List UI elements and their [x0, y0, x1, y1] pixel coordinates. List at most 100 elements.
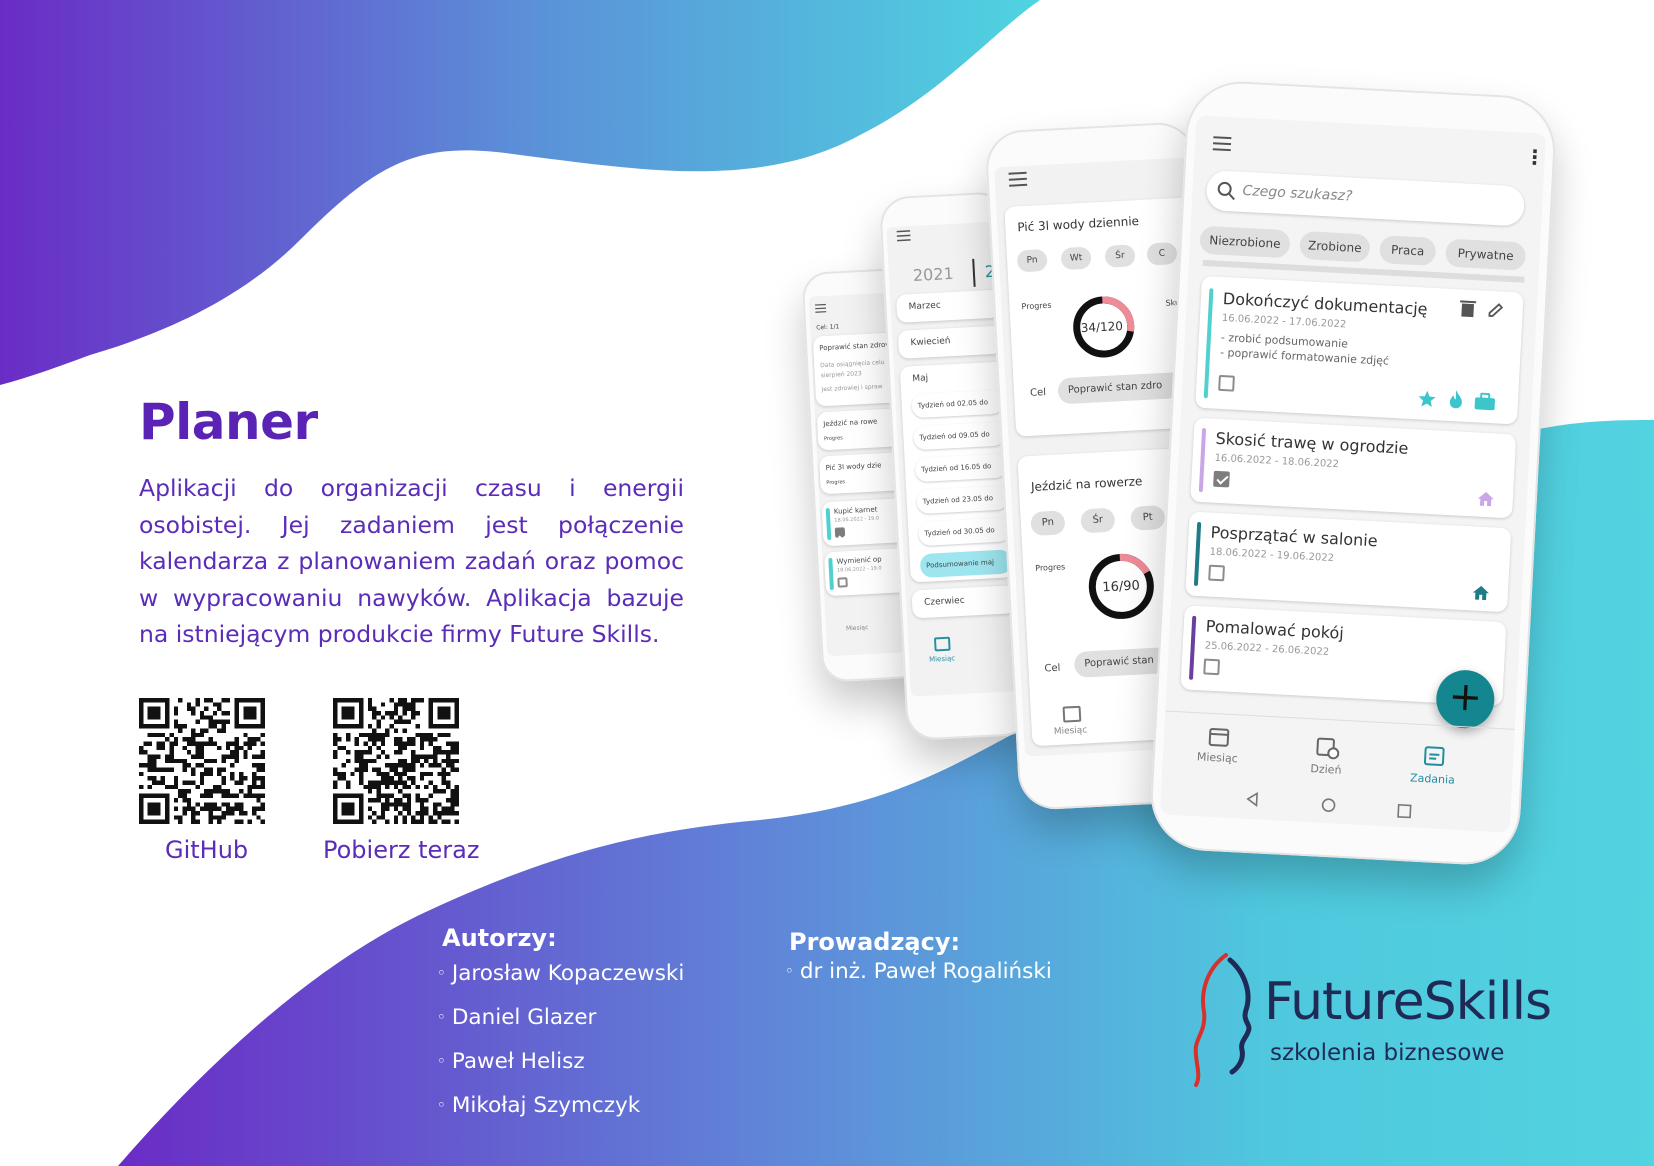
poster-title: Planer	[139, 393, 318, 451]
bullet-icon: ◦	[785, 962, 794, 980]
day-chip[interactable]: C	[1146, 242, 1178, 266]
authors-list: ◦ Jarosław Kopaczewski ◦ Daniel Glazer ◦ Pa…	[437, 960, 684, 1136]
calendar-month-icon[interactable]	[1207, 725, 1230, 748]
author-item: ◦ Paweł Helisz	[437, 1048, 684, 1092]
edit-icon[interactable]	[1486, 301, 1505, 320]
task-checkbox[interactable]	[1208, 564, 1225, 582]
month-item[interactable]: Kwiecień	[897, 325, 1004, 359]
calendar-icon[interactable]	[1062, 705, 1082, 723]
week-item[interactable]: Tydzień od 02.05 do	[911, 389, 1005, 419]
task-dates: 18.06.2022 - 19.0	[836, 565, 882, 574]
bullet-icon: ◦	[437, 964, 446, 982]
task-color-bar	[1203, 288, 1214, 399]
week-item[interactable]: Tydzień od 23.05 do	[916, 485, 1010, 515]
day-chip[interactable]: Pn	[1030, 510, 1066, 537]
task-card[interactable]: Skosić trawę w ogrodzie 16.06.2022 - 18.…	[1190, 417, 1517, 519]
author-name: Jarosław Kopaczewski	[451, 961, 685, 986]
task-checkbox[interactable]	[834, 527, 846, 538]
search-icon	[1217, 181, 1235, 201]
fire-icon	[1449, 390, 1462, 409]
day-chip[interactable]: Śr	[1104, 244, 1136, 268]
task-color-bar	[828, 557, 834, 591]
task-title: Pomalować pokój	[1205, 616, 1345, 643]
filter-chip[interactable]: Prywatne	[1444, 238, 1527, 271]
year-label[interactable]: 2021	[912, 264, 954, 285]
task-color-bar	[1198, 428, 1207, 493]
task-color-bar	[1188, 615, 1197, 680]
task-dates: 16.06.2022 - 17.06.2022	[1221, 312, 1347, 331]
nav-month[interactable]: Miesiąc	[929, 654, 955, 663]
goal-line: Data osiągnięcia celu	[820, 358, 885, 370]
task-dates: 18.06.2022 - 19.06.2022	[1209, 546, 1335, 565]
task-dates: 25.06.2022 - 26.06.2022	[1204, 640, 1330, 658]
goal-label: Cel	[1044, 662, 1061, 675]
menu-icon[interactable]	[815, 303, 827, 313]
author-name: Mikołaj Szymczyk	[451, 1093, 641, 1118]
more-options-icon[interactable]: ⋮	[1524, 145, 1545, 170]
habit-title: Jeździć na rowe	[823, 417, 878, 429]
filter-chip[interactable]: Niezrobione	[1199, 225, 1291, 259]
github-qr-code[interactable]	[139, 698, 265, 824]
author-name: Paweł Helisz	[451, 1049, 585, 1074]
tasks-screen: ⋮ Czego szukasz? Niezrobione Zrobione Pr…	[1159, 115, 1547, 833]
menu-icon[interactable]	[896, 230, 911, 242]
search-bar[interactable]: Czego szukasz?	[1205, 169, 1526, 227]
menu-icon[interactable]	[1008, 171, 1028, 187]
home-button-icon[interactable]	[1320, 797, 1337, 814]
day-chip[interactable]: Śr	[1080, 507, 1116, 534]
week-item[interactable]: Tydzień od 09.05 do	[912, 421, 1006, 451]
nav-month[interactable]: Miesiąc	[1054, 725, 1088, 737]
profile-silhouette-icon	[1193, 953, 1252, 1087]
logo-wordmark: FutureSkills	[1264, 972, 1552, 1032]
task-title: Posprzątać w salonie	[1210, 522, 1379, 551]
calendar-day-icon[interactable]	[1315, 734, 1340, 760]
progress-label: Progres	[1035, 562, 1066, 573]
week-item[interactable]: Tydzień od 16.05 do	[914, 453, 1008, 483]
task-checkbox[interactable]	[1213, 470, 1230, 488]
month-item[interactable]: Marzec	[895, 289, 1002, 323]
filter-chip[interactable]: Zrobione	[1299, 230, 1371, 263]
day-chip[interactable]: Pn	[1016, 248, 1048, 273]
nav-day[interactable]: Dzień	[1310, 762, 1342, 777]
back-icon[interactable]	[1244, 791, 1261, 808]
task-checkbox[interactable]	[1203, 658, 1221, 676]
supervisors-list: ◦ dr inż. Paweł Rogaliński	[785, 958, 1052, 1002]
nav-tasks[interactable]: Zadania	[1410, 771, 1455, 786]
goal-label: Cel	[1029, 387, 1047, 399]
goal-title: Poprawić stan zdrow	[819, 340, 892, 353]
home-icon	[1477, 491, 1494, 507]
day-chip[interactable]: Pt	[1130, 505, 1166, 531]
download-qr-code[interactable]	[333, 698, 459, 824]
habit-title: Pić 3l wody dziennie	[1017, 213, 1140, 235]
week-item[interactable]: Tydzień od 30.05 do	[917, 517, 1012, 547]
nav-month[interactable]: Miesiąc	[1197, 750, 1239, 765]
task-dates: 16.06.2022 - 18.06.2022	[1214, 452, 1340, 471]
qr-modules	[139, 698, 265, 824]
supervisor-item: ◦ dr inż. Paweł Rogaliński	[785, 958, 1052, 1002]
progress-value: 16/90	[1101, 578, 1141, 596]
goal-line: sierpień 2023	[820, 370, 862, 380]
menu-icon[interactable]	[1212, 136, 1232, 152]
task-checkbox[interactable]	[837, 577, 848, 588]
authors-heading: Autorzy:	[442, 924, 557, 952]
star-icon	[1418, 390, 1436, 408]
task-card[interactable]: Dokończyć dokumentację 16.06.2022 - 17.0…	[1195, 275, 1524, 425]
home-icon	[1472, 585, 1489, 601]
supervisor-name: dr inż. Paweł Rogaliński	[799, 959, 1052, 984]
habit-title: Jeździć na rowerze	[1030, 474, 1143, 494]
task-checkbox[interactable]	[1218, 374, 1235, 392]
author-item: ◦ Mikołaj Szymczyk	[437, 1092, 684, 1136]
tasks-icon[interactable]	[1423, 744, 1446, 767]
day-chip[interactable]: Wt	[1060, 246, 1092, 271]
filter-chip[interactable]: Praca	[1379, 235, 1437, 267]
month-item[interactable]: Czerwiec	[911, 585, 1017, 619]
task-title: Wymienić op	[836, 555, 882, 566]
goal-counter: Cel: 1/1	[816, 323, 840, 332]
nav-month[interactable]: Miesiąc	[846, 624, 869, 632]
summary-button[interactable]: Podsumowanie maj	[919, 549, 1013, 579]
delete-icon[interactable]	[1458, 299, 1477, 318]
task-card[interactable]: Posprzątać w salonie 18.06.2022 - 19.06.…	[1185, 511, 1512, 613]
calendar-icon[interactable]	[933, 636, 951, 652]
task-title: Kupić karnet	[833, 505, 878, 516]
recents-icon[interactable]	[1396, 803, 1413, 820]
